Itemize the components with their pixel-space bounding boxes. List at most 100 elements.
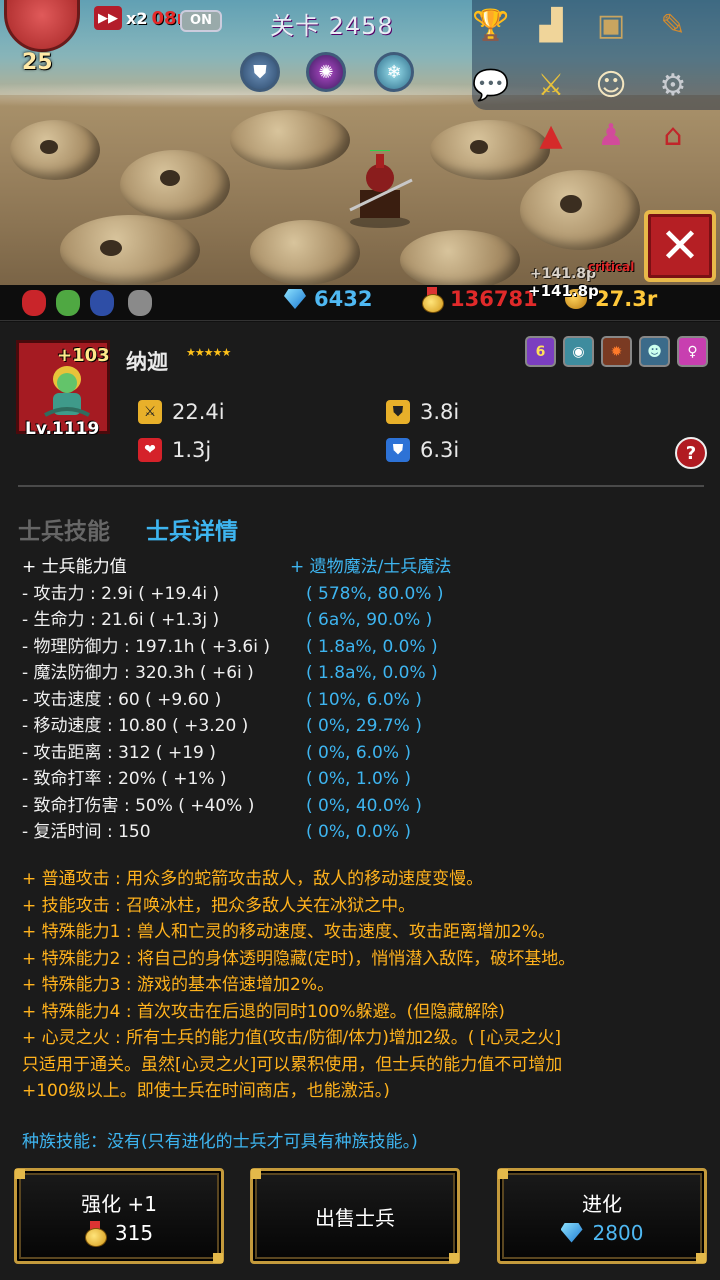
corner-ornament bbox=[251, 1169, 261, 1179]
corner-ornament bbox=[15, 1169, 25, 1179]
gem-counter: 6432 bbox=[284, 287, 372, 311]
tab-soldier-details[interactable]: 士兵详情 bbox=[146, 512, 238, 546]
tab-soldier-skills[interactable]: 士兵技能 bbox=[18, 512, 110, 546]
player-avatar[interactable]: 25 bbox=[0, 0, 86, 80]
heart-icon: ❤ bbox=[138, 438, 162, 462]
stat-label: - 移动速度 : 10.80 ( +3.20 ) bbox=[22, 716, 249, 736]
close-button[interactable]: ✕ bbox=[644, 210, 716, 282]
magic-defense-value: 6.3i bbox=[420, 438, 460, 462]
ability-line: + 特殊能力2 : 将自己的身体透明隐藏(定时)，悄悄潜入敌阵，破坏基地。 bbox=[22, 948, 576, 969]
ability-line: + 特殊能力3 : 游戏的基本倍速增加2%。 bbox=[22, 975, 334, 995]
player-face-icon bbox=[4, 0, 80, 52]
upgrade-button[interactable]: 强化 +1 315 bbox=[14, 1168, 224, 1264]
health-value: 1.3j bbox=[172, 438, 212, 462]
hero-name: 纳迦 bbox=[126, 350, 168, 374]
ability-line: + 心灵之火 : 所有士兵的能力值(攻击/防御/体力)增加2级。( [心灵之火] bbox=[22, 1028, 562, 1048]
defense-value: 3.8i bbox=[420, 400, 460, 424]
stat-label: - 物理防御力 : 197.1h ( +3.6i ) bbox=[22, 636, 270, 657]
battle-scene: 25 ▶▶ x2 08m ON 关卡 2458 ⛊ ✺ ❄ 🏆 ▟ ▣ ✎ 💬 … bbox=[0, 0, 720, 285]
gem-icon bbox=[284, 289, 306, 309]
sand-hole bbox=[40, 140, 58, 154]
medal-counter: 136781 bbox=[422, 287, 538, 313]
attack-stat: ⚔ 22.4i bbox=[138, 400, 225, 424]
chat-icon[interactable]: 💬 bbox=[466, 62, 516, 108]
player-level: 25 bbox=[22, 50, 53, 75]
stats-list: + 士兵能力值 + 遗物魔法/士兵魔法 - 攻击力 : 2.9i ( +19.4… bbox=[22, 554, 720, 846]
hero-plus-level: +103 bbox=[57, 345, 110, 366]
evolve-button[interactable]: 进化 2800 bbox=[497, 1168, 707, 1264]
speed-trait-icon[interactable]: 6 bbox=[525, 336, 556, 367]
resource-bar: 6432 136781 27.3r bbox=[0, 285, 720, 321]
team-hero-green-icon[interactable] bbox=[56, 290, 80, 316]
friends-icon[interactable]: ♟ bbox=[586, 112, 636, 158]
stat-label: - 致命打伤害 : 50% ( +40% ) bbox=[22, 795, 255, 816]
hero-trait-icons: 6 ◉ ✹ ☻ ♀ bbox=[525, 336, 708, 367]
hero-portrait: +103 Lv.1119 bbox=[16, 340, 110, 439]
warning-triangle-icon[interactable]: ▲ bbox=[526, 112, 576, 158]
shield-skill-icon[interactable]: ⛊ bbox=[240, 52, 280, 92]
stat-row: - 攻击力 : 2.9i ( +19.4i ) ( 578%, 80.0% ) bbox=[22, 581, 720, 608]
rock bbox=[120, 150, 230, 220]
team-hero-blue-icon[interactable] bbox=[90, 290, 114, 316]
stats-header-right: + 遗物魔法/士兵魔法 bbox=[290, 557, 452, 577]
female-trait-icon[interactable]: ♀ bbox=[677, 336, 708, 367]
corner-ornament bbox=[498, 1169, 508, 1179]
rock bbox=[400, 230, 520, 285]
help-button[interactable]: ? bbox=[675, 437, 707, 469]
stat-bonus: ( 6a%, 90.0% ) bbox=[306, 610, 433, 630]
ice-skill-icon[interactable]: ❄ bbox=[374, 52, 414, 92]
health-stat: ❤ 1.3j bbox=[138, 438, 211, 462]
team-hero-red-icon[interactable] bbox=[22, 290, 46, 316]
stat-label: - 生命力 : 21.6i ( +1.3j ) bbox=[22, 610, 220, 630]
trophy-icon[interactable]: 🏆 bbox=[466, 2, 516, 48]
rock bbox=[520, 170, 640, 250]
hero-book-icon[interactable]: ▣ bbox=[586, 2, 636, 48]
stat-label: - 致命打率 : 20% ( +1% ) bbox=[22, 769, 227, 789]
quest-book-icon[interactable]: ✎ bbox=[648, 2, 698, 48]
stat-row: - 致命打率 : 20% ( +1% ) ( 0%, 1.0% ) bbox=[22, 766, 720, 793]
pet-trait-icon[interactable]: ☻ bbox=[639, 336, 670, 367]
medal-amount: 136781 bbox=[450, 287, 538, 311]
stat-row: - 生命力 : 21.6i ( +1.3j ) ( 6a%, 90.0% ) bbox=[22, 607, 720, 634]
ability-line: + 技能攻击 : 召唤冰柱，把众多敌人关在冰狱之中。 bbox=[22, 895, 416, 916]
stat-row: - 复活时间 : 150 ( 0%, 0.0% ) bbox=[22, 819, 720, 846]
medal-icon bbox=[84, 1220, 107, 1247]
stat-label: - 攻击距离 : 312 ( +19 ) bbox=[22, 742, 216, 763]
evolve-label: 进化 bbox=[582, 1191, 622, 1216]
hero-level: Lv.1119 bbox=[25, 419, 100, 439]
settings-gear-icon[interactable]: ⚙ bbox=[648, 62, 698, 108]
stat-row: - 魔法防御力 : 320.3h ( +6i ) ( 1.8a%, 0.0% ) bbox=[22, 660, 720, 687]
stat-bonus: ( 1.8a%, 0.0% ) bbox=[306, 663, 438, 683]
stat-bonus: ( 0%, 0.0% ) bbox=[306, 822, 412, 842]
sand-hole bbox=[160, 170, 180, 186]
fire-trait-icon[interactable]: ✹ bbox=[601, 336, 632, 367]
upgrade-label: 强化 +1 bbox=[81, 1191, 157, 1216]
sell-soldier-button[interactable]: 出售士兵 bbox=[250, 1168, 460, 1264]
team-hero-gray-icon[interactable] bbox=[128, 290, 152, 316]
defense-stat: ⛊ 3.8i bbox=[386, 400, 459, 424]
fast-forward-icon: ▶▶ bbox=[94, 6, 122, 30]
rock bbox=[230, 110, 350, 170]
corner-ornament bbox=[449, 1253, 459, 1263]
eye-trait-icon[interactable]: ◉ bbox=[563, 336, 594, 367]
magic-circle-skill-icon[interactable]: ✺ bbox=[306, 52, 346, 92]
stat-row: - 移动速度 : 10.80 ( +3.20 ) ( 0%, 29.7% ) bbox=[22, 713, 720, 740]
ranking-podium-icon[interactable]: ▟ bbox=[526, 2, 576, 48]
ability-line: + 特殊能力1 : 兽人和亡灵的移动速度、攻击速度、攻击距离增加2%。 bbox=[22, 922, 555, 942]
angel-icon[interactable]: ☺ bbox=[586, 62, 636, 108]
stats-header-left: + 士兵能力值 bbox=[22, 557, 127, 577]
race-skill-text: 种族技能：没有(只有进化的士兵才可具有种族技能。) bbox=[22, 1132, 418, 1152]
sand-hole bbox=[560, 195, 582, 213]
auto-toggle[interactable]: ON bbox=[180, 10, 222, 32]
damage-popup: +141.8p bbox=[530, 266, 597, 282]
damage-popup: +141.8p bbox=[528, 282, 599, 300]
stat-bonus: ( 0%, 40.0% ) bbox=[306, 795, 422, 816]
stat-row: - 致命打伤害 : 50% ( +40% ) ( 0%, 40.0% ) bbox=[22, 793, 720, 820]
upgrade-cost-value: 315 bbox=[114, 1220, 154, 1245]
stat-row: - 物理防御力 : 197.1h ( +3.6i ) ( 1.8a%, 0.0% … bbox=[22, 634, 720, 661]
evolve-cost-value: 2800 bbox=[592, 1220, 644, 1245]
ability-line: +100级以上。即使士兵在时间商店，也能激活。) bbox=[22, 1081, 390, 1101]
battle-badge-icon[interactable]: ⚔ bbox=[526, 62, 576, 108]
ability-line: + 普通攻击 : 用众多的蛇箭攻击敌人，敌人的移动速度变慢。 bbox=[22, 869, 484, 889]
shop-house-icon[interactable]: ⌂ bbox=[648, 112, 698, 158]
